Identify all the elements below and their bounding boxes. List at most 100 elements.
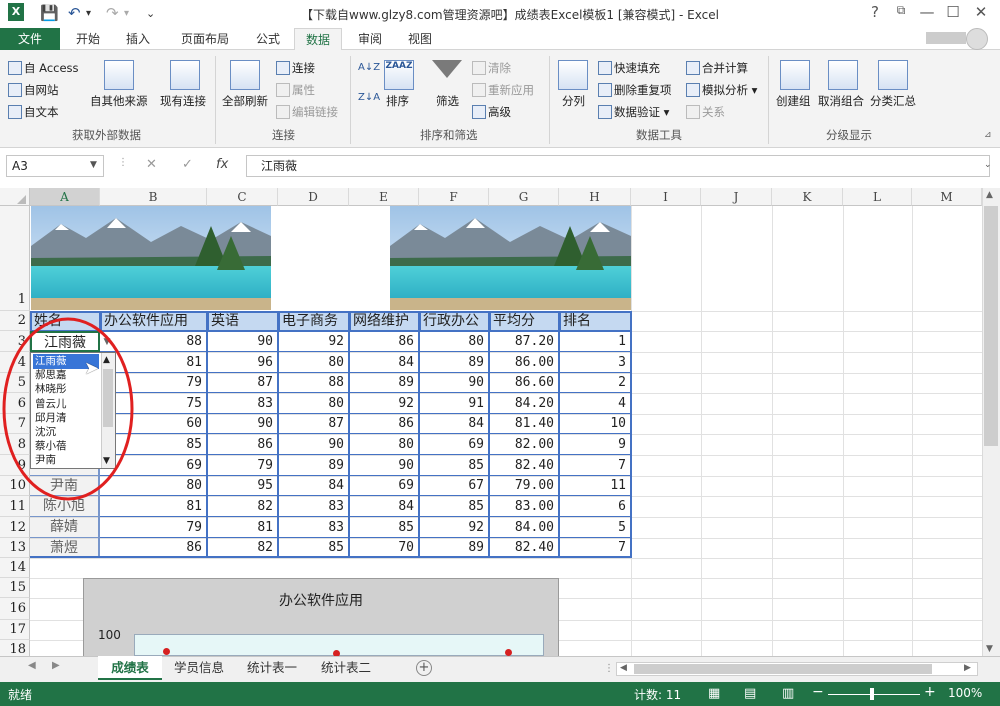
score-cell[interactable]: 2 xyxy=(559,373,632,393)
scroll-right-icon[interactable]: ▶ xyxy=(964,663,971,673)
name-box-dropdown-icon[interactable]: ▼ xyxy=(90,160,97,170)
help-button[interactable]: ? xyxy=(864,3,886,21)
score-cell[interactable]: 3 xyxy=(559,352,632,373)
advanced-filter-button[interactable]: 高级 xyxy=(472,104,511,120)
undo-icon[interactable]: ↶ xyxy=(68,4,81,22)
score-cell[interactable]: 92 xyxy=(278,331,350,352)
column-header-b[interactable]: B xyxy=(100,188,207,206)
sheet-tab-stats-1[interactable]: 统计表一 xyxy=(236,656,308,680)
score-cell[interactable]: 96 xyxy=(207,352,279,373)
score-cell[interactable]: 84.00 xyxy=(489,517,560,538)
score-cell[interactable]: 86 xyxy=(349,331,420,352)
redo-dropdown-icon[interactable]: ▾ xyxy=(124,8,129,19)
column-header-h[interactable]: H xyxy=(559,188,631,206)
score-cell[interactable]: 81 xyxy=(207,517,279,538)
score-cell[interactable]: 80 xyxy=(349,434,420,455)
customize-qat-icon[interactable]: ⌄ xyxy=(146,7,155,20)
from-other-sources-button[interactable]: 自其他来源 xyxy=(90,93,148,109)
score-cell[interactable]: 1 xyxy=(559,331,632,352)
expand-formula-bar-icon[interactable]: ⌄ xyxy=(984,160,992,170)
score-cell[interactable]: 7 xyxy=(559,538,632,558)
score-cell[interactable]: 80 xyxy=(278,393,350,414)
undo-dropdown-icon[interactable]: ▾ xyxy=(86,8,91,19)
score-cell[interactable]: 70 xyxy=(349,538,420,558)
score-cell[interactable]: 91 xyxy=(419,393,490,414)
column-header-g[interactable]: G xyxy=(489,188,559,206)
from-text-button[interactable]: 自文本 xyxy=(8,104,59,120)
prev-sheet-icon[interactable]: ◀ xyxy=(28,660,36,671)
sort-ascending-button[interactable]: A↓Z xyxy=(358,62,380,73)
score-cell[interactable]: 95 xyxy=(207,476,279,496)
score-cell[interactable]: 79 xyxy=(207,455,279,476)
score-cell[interactable]: 84 xyxy=(349,352,420,373)
score-cell[interactable]: 69 xyxy=(419,434,490,455)
tab-view[interactable]: 视图 xyxy=(400,28,440,50)
dialog-launcher-icon[interactable]: ⊿ xyxy=(984,130,992,140)
score-cell[interactable]: 86 xyxy=(349,414,420,434)
score-cell[interactable]: 82.40 xyxy=(489,538,560,558)
score-cell[interactable]: 87.20 xyxy=(489,331,560,352)
next-sheet-icon[interactable]: ▶ xyxy=(52,660,60,671)
score-cell[interactable]: 79.00 xyxy=(489,476,560,496)
score-cell[interactable]: 67 xyxy=(419,476,490,496)
column-header-k[interactable]: K xyxy=(772,188,843,206)
score-cell[interactable]: 83 xyxy=(207,393,279,414)
score-cell[interactable]: 90 xyxy=(349,455,420,476)
score-cell[interactable]: 80 xyxy=(278,352,350,373)
vertical-scroll-thumb[interactable] xyxy=(984,206,998,446)
tab-data[interactable]: 数据 xyxy=(294,28,342,51)
column-header-m[interactable]: M xyxy=(912,188,982,206)
existing-connections-button[interactable]: 现有连接 xyxy=(160,93,206,109)
ungroup-button[interactable]: 取消组合 xyxy=(818,93,864,109)
horizontal-scroll-thumb[interactable] xyxy=(634,664,932,674)
normal-view-icon[interactable]: ▦ xyxy=(708,686,720,701)
filter-button[interactable]: 筛选 xyxy=(436,93,459,109)
column-header-j[interactable]: J xyxy=(701,188,772,206)
score-cell[interactable]: 81.40 xyxy=(489,414,560,434)
scroll-down-icon[interactable]: ▼ xyxy=(986,644,993,654)
score-cell[interactable]: 87 xyxy=(278,414,350,434)
text-to-columns-button[interactable]: 分列 xyxy=(562,93,585,109)
column-header-a[interactable]: A xyxy=(30,188,100,206)
add-sheet-icon[interactable]: + xyxy=(416,660,432,676)
row-header-1[interactable]: 1 xyxy=(0,206,30,311)
tab-review[interactable]: 审阅 xyxy=(350,28,390,50)
landscape-picture[interactable] xyxy=(390,206,631,310)
minimize-button[interactable]: — xyxy=(916,3,938,21)
column-header-d[interactable]: D xyxy=(278,188,349,206)
score-cell[interactable]: 7 xyxy=(559,455,632,476)
ribbon-display-options-icon[interactable]: ⧉ xyxy=(890,3,912,18)
tab-home[interactable]: 开始 xyxy=(66,28,110,50)
scroll-up-icon[interactable]: ▲ xyxy=(986,190,993,200)
score-cell[interactable]: 88 xyxy=(278,373,350,393)
zoom-slider-track[interactable] xyxy=(828,694,920,695)
score-cell[interactable]: 82.40 xyxy=(489,455,560,476)
score-cell[interactable]: 92 xyxy=(349,393,420,414)
score-cell[interactable]: 84 xyxy=(278,476,350,496)
maximize-button[interactable]: ☐ xyxy=(942,3,964,21)
score-cell[interactable]: 90 xyxy=(419,373,490,393)
score-cell[interactable]: 89 xyxy=(349,373,420,393)
table-header-cell[interactable]: 行政办公 xyxy=(419,311,490,332)
score-cell[interactable]: 83.00 xyxy=(489,496,560,517)
subtotal-button[interactable]: 分类汇总 xyxy=(870,93,916,109)
score-cell[interactable]: 83 xyxy=(278,517,350,538)
tab-split-icon[interactable]: ⋮ xyxy=(604,663,614,674)
score-cell[interactable]: 84.20 xyxy=(489,393,560,414)
remove-duplicates-button[interactable]: 删除重复项 xyxy=(598,82,672,98)
column-header-c[interactable]: C xyxy=(207,188,278,206)
row-header-17[interactable]: 17 xyxy=(0,620,30,640)
cancel-entry-icon[interactable]: ✕ xyxy=(146,157,157,172)
reapply-button[interactable]: 重新应用 xyxy=(472,82,534,98)
edit-links-button[interactable]: 编辑链接 xyxy=(276,104,338,120)
row-header-14[interactable]: 14 xyxy=(0,558,30,578)
row-header-16[interactable]: 16 xyxy=(0,598,30,620)
score-cell[interactable]: 86 xyxy=(100,538,208,558)
score-cell[interactable]: 82.00 xyxy=(489,434,560,455)
zoom-out-icon[interactable]: − xyxy=(812,684,824,700)
name-cell[interactable]: 萧煜 xyxy=(30,538,100,558)
sort-descending-button[interactable]: Z↓A xyxy=(358,92,380,103)
zoom-level[interactable]: 100% xyxy=(948,686,982,700)
tab-page-layout[interactable]: 页面布局 xyxy=(170,28,240,50)
group-button[interactable]: 创建组 xyxy=(776,93,811,109)
